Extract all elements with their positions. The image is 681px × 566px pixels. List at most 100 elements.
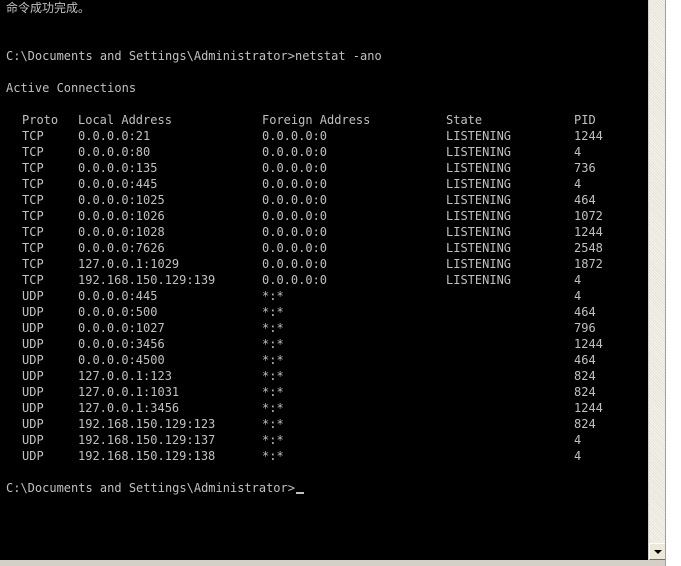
cell-foreign: *:* xyxy=(262,305,284,319)
table-row: UDP 0.0.0.0:3456 *:* 1244 xyxy=(0,336,648,352)
scroll-down-button[interactable] xyxy=(649,543,666,560)
column-pid: PID xyxy=(574,113,596,127)
cell-state: LISTENING xyxy=(446,209,512,223)
cell-pid: 796 xyxy=(574,321,596,335)
cell-proto: UDP xyxy=(22,305,44,319)
prompt-text: C:\Documents and Settings\Administrator> xyxy=(6,481,295,495)
command-prompt-current[interactable]: C:\Documents and Settings\Administrator> xyxy=(6,480,304,496)
cell-foreign: *:* xyxy=(262,369,284,383)
table-row: TCP 0.0.0.0:1025 0.0.0.0:0 LISTENING 464 xyxy=(0,192,648,208)
cell-proto: UDP xyxy=(22,289,44,303)
cell-local: 127.0.0.1:1031 xyxy=(78,385,180,399)
cell-proto: UDP xyxy=(22,401,44,415)
cell-foreign: 0.0.0.0:0 xyxy=(262,257,328,271)
cell-foreign: 0.0.0.0:0 xyxy=(262,177,328,191)
cell-state: LISTENING xyxy=(446,193,512,207)
cell-state: LISTENING xyxy=(446,145,512,159)
console-window[interactable]: 命令成功完成。 C:\Documents and Settings\Admini… xyxy=(0,0,648,566)
cell-pid: 4 xyxy=(574,433,582,447)
cell-local: 0.0.0.0:445 xyxy=(78,289,158,303)
column-proto: Proto xyxy=(22,113,59,127)
table-row: TCP 192.168.150.129:139 0.0.0.0:0 LISTENING… xyxy=(0,272,648,288)
cell-state: LISTENING xyxy=(446,225,512,239)
cell-proto: UDP xyxy=(22,385,44,399)
cell-proto: UDP xyxy=(22,321,44,335)
cell-pid: 1072 xyxy=(574,209,603,223)
cell-foreign: *:* xyxy=(262,417,284,431)
cell-local: 192.168.150.129:139 xyxy=(78,273,216,287)
cell-local: 192.168.150.129:137 xyxy=(78,433,216,447)
cell-foreign: 0.0.0.0:0 xyxy=(262,273,328,287)
section-heading: Active Connections xyxy=(6,81,137,95)
cell-foreign: 0.0.0.0:0 xyxy=(262,161,328,175)
cell-foreign: *:* xyxy=(262,385,284,399)
cell-foreign: 0.0.0.0:0 xyxy=(262,225,328,239)
scrollbar-track[interactable] xyxy=(649,0,666,543)
table-row: TCP 0.0.0.0:1028 0.0.0.0:0 LISTENING 1244 xyxy=(0,224,648,240)
cell-proto: TCP xyxy=(22,241,44,255)
cell-local: 0.0.0.0:1027 xyxy=(78,321,165,335)
cell-state: LISTENING xyxy=(446,177,512,191)
window-frame-bottom xyxy=(0,560,665,566)
cell-foreign: *:* xyxy=(262,433,284,447)
cell-local: 0.0.0.0:1028 xyxy=(78,225,165,239)
cell-pid: 4 xyxy=(574,273,582,287)
cell-foreign: 0.0.0.0:0 xyxy=(262,145,328,159)
cell-local: 0.0.0.0:135 xyxy=(78,161,158,175)
table-row: UDP 127.0.0.1:123 *:* 824 xyxy=(0,368,648,384)
cell-local: 0.0.0.0:3456 xyxy=(78,337,165,351)
cell-local: 0.0.0.0:7626 xyxy=(78,241,165,255)
text-cursor xyxy=(295,492,304,494)
table-row: UDP 0.0.0.0:4500 *:* 464 xyxy=(0,352,648,368)
cell-state: LISTENING xyxy=(446,129,512,143)
table-row: TCP 0.0.0.0:1026 0.0.0.0:0 LISTENING 1072 xyxy=(0,208,648,224)
cell-local: 127.0.0.1:123 xyxy=(78,369,172,383)
cell-proto: TCP xyxy=(22,273,44,287)
cell-local: 0.0.0.0:445 xyxy=(78,177,158,191)
cell-foreign: 0.0.0.0:0 xyxy=(262,193,328,207)
chevron-down-icon xyxy=(654,550,662,554)
cell-pid: 4 xyxy=(574,177,582,191)
cell-foreign: 0.0.0.0:0 xyxy=(262,129,328,143)
cell-pid: 4 xyxy=(574,145,582,159)
table-row: UDP 127.0.0.1:3456 *:* 1244 xyxy=(0,400,648,416)
cell-local: 0.0.0.0:21 xyxy=(78,129,151,143)
cell-proto: UDP xyxy=(22,353,44,367)
cell-proto: UDP xyxy=(22,433,44,447)
cell-local: 0.0.0.0:80 xyxy=(78,145,151,159)
vertical-scrollbar[interactable] xyxy=(648,0,666,566)
column-foreign-address: Foreign Address xyxy=(262,113,371,127)
cell-foreign: *:* xyxy=(262,337,284,351)
cell-pid: 4 xyxy=(574,289,582,303)
cell-local: 192.168.150.129:123 xyxy=(78,417,216,431)
cell-foreign: *:* xyxy=(262,449,284,463)
cell-local: 0.0.0.0:4500 xyxy=(78,353,165,367)
cell-pid: 464 xyxy=(574,305,596,319)
cell-foreign: 0.0.0.0:0 xyxy=(262,241,328,255)
cell-state: LISTENING xyxy=(446,161,512,175)
cell-foreign: *:* xyxy=(262,353,284,367)
table-row: UDP 0.0.0.0:500 *:* 464 xyxy=(0,304,648,320)
cell-state: LISTENING xyxy=(446,273,512,287)
cell-pid: 824 xyxy=(574,385,596,399)
column-state: State xyxy=(446,113,483,127)
cell-state: LISTENING xyxy=(446,257,512,271)
cell-pid: 1244 xyxy=(574,129,603,143)
cell-local: 127.0.0.1:1029 xyxy=(78,257,180,271)
cell-local: 0.0.0.0:1026 xyxy=(78,209,165,223)
cell-pid: 1872 xyxy=(574,257,603,271)
cell-proto: TCP xyxy=(22,193,44,207)
table-row: TCP 0.0.0.0:135 0.0.0.0:0 LISTENING 736 xyxy=(0,160,648,176)
cell-foreign: *:* xyxy=(262,289,284,303)
cell-local: 192.168.150.129:138 xyxy=(78,449,216,463)
cell-proto: UDP xyxy=(22,337,44,351)
window-frame-right xyxy=(665,0,681,566)
cell-proto: TCP xyxy=(22,129,44,143)
table-header: Proto Local Address Foreign Address Stat… xyxy=(0,112,648,128)
column-local-address: Local Address xyxy=(78,113,172,127)
cell-pid: 2548 xyxy=(574,241,603,255)
cell-pid: 1244 xyxy=(574,225,603,239)
table-row: TCP 127.0.0.1:1029 0.0.0.0:0 LISTENING 1872 xyxy=(0,256,648,272)
command-prompt-line: C:\Documents and Settings\Administrator>… xyxy=(6,49,382,63)
table-row: UDP 127.0.0.1:1031 *:* 824 xyxy=(0,384,648,400)
